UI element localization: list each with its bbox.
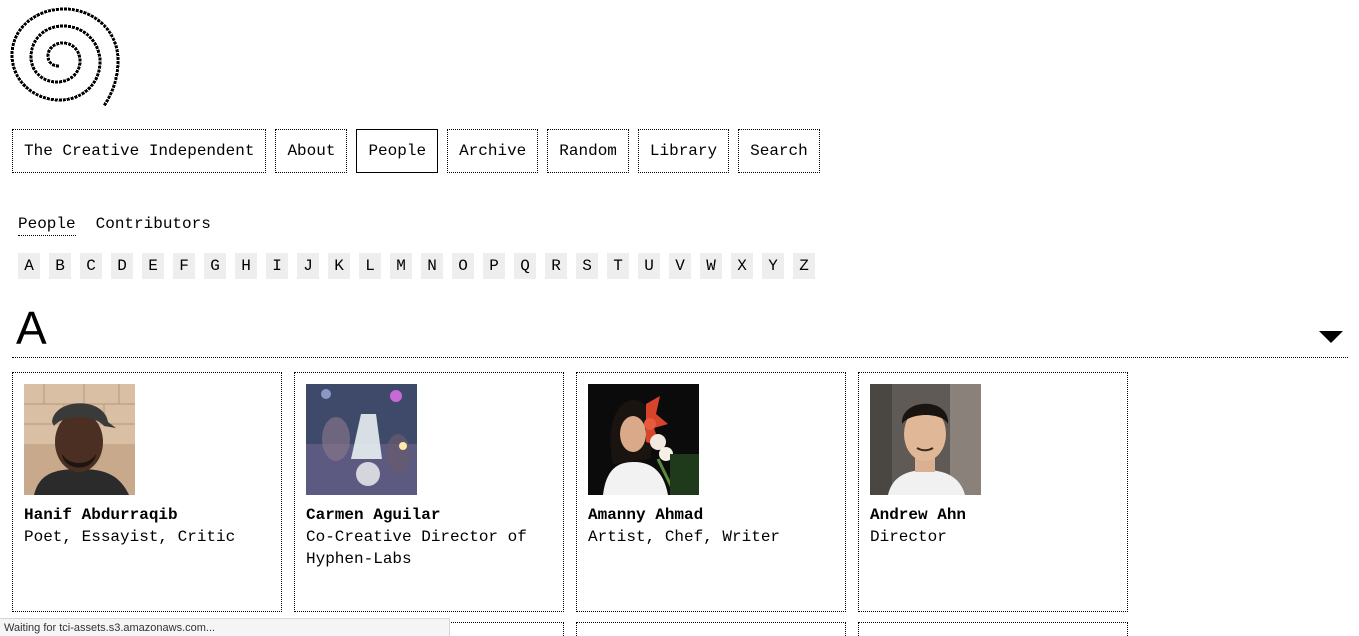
letter-link-u[interactable]: U bbox=[638, 253, 660, 279]
person-card[interactable]: Amanny Ahmad Artist, Chef, Writer bbox=[576, 372, 846, 612]
person-role: Co-Creative Director of Hyphen-Labs bbox=[306, 528, 527, 568]
section-heading: A bbox=[16, 302, 47, 354]
triangle-down-icon[interactable] bbox=[1319, 331, 1343, 343]
person-name: Andrew Ahn bbox=[870, 506, 967, 524]
letter-link-c[interactable]: C bbox=[80, 253, 102, 279]
person-card[interactable] bbox=[858, 622, 1128, 636]
letter-link-f[interactable]: F bbox=[173, 253, 195, 279]
letter-link-b[interactable]: B bbox=[49, 253, 71, 279]
letter-link-q[interactable]: Q bbox=[514, 253, 536, 279]
nav-search-link[interactable]: Search bbox=[738, 129, 820, 173]
letter-link-h[interactable]: H bbox=[235, 253, 257, 279]
letter-link-a[interactable]: A bbox=[18, 253, 40, 279]
spiral-logo-icon[interactable] bbox=[8, 6, 122, 108]
letter-link-d[interactable]: D bbox=[111, 253, 133, 279]
letter-link-r[interactable]: R bbox=[545, 253, 567, 279]
person-name: Hanif Abdurraqib bbox=[24, 506, 178, 524]
person-photo bbox=[870, 384, 981, 495]
letter-link-z[interactable]: Z bbox=[793, 253, 815, 279]
letter-link-s[interactable]: S bbox=[576, 253, 598, 279]
alphabet-index: ABCDEFGHIJKLMNOPQRSTUVWXYZ bbox=[18, 253, 824, 279]
person-card[interactable]: Hanif Abdurraqib Poet, Essayist, Critic bbox=[12, 372, 282, 612]
letter-link-y[interactable]: Y bbox=[762, 253, 784, 279]
letter-link-o[interactable]: O bbox=[452, 253, 474, 279]
person-card[interactable] bbox=[576, 622, 846, 636]
person-name: Carmen Aguilar bbox=[306, 506, 441, 524]
browser-status-bar: Waiting for tci-assets.s3.amazonaws.com.… bbox=[0, 618, 450, 636]
letter-link-g[interactable]: G bbox=[204, 253, 226, 279]
main-nav: The Creative Independent About People Ar… bbox=[12, 129, 829, 173]
subnav-people-tab[interactable]: People bbox=[18, 213, 76, 236]
letter-link-n[interactable]: N bbox=[421, 253, 443, 279]
nav-people-link[interactable]: People bbox=[356, 129, 439, 173]
person-card[interactable]: Andrew Ahn Director bbox=[858, 372, 1128, 612]
letter-link-t[interactable]: T bbox=[607, 253, 629, 279]
nav-home-link[interactable]: The Creative Independent bbox=[12, 129, 267, 173]
letter-link-x[interactable]: X bbox=[731, 253, 753, 279]
nav-archive-link[interactable]: Archive bbox=[447, 129, 539, 173]
letter-link-i[interactable]: I bbox=[266, 253, 288, 279]
section-divider bbox=[12, 357, 1348, 358]
letter-link-j[interactable]: J bbox=[297, 253, 319, 279]
person-name: Amanny Ahmad bbox=[588, 506, 704, 524]
subnav: People Contributors bbox=[18, 213, 231, 236]
person-photo bbox=[24, 384, 135, 495]
person-card[interactable]: Carmen Aguilar Co-Creative Director of H… bbox=[294, 372, 564, 612]
nav-random-link[interactable]: Random bbox=[547, 129, 629, 173]
letter-link-m[interactable]: M bbox=[390, 253, 412, 279]
letter-link-v[interactable]: V bbox=[669, 253, 691, 279]
letter-link-e[interactable]: E bbox=[142, 253, 164, 279]
letter-link-w[interactable]: W bbox=[700, 253, 722, 279]
nav-library-link[interactable]: Library bbox=[637, 129, 730, 173]
letter-link-l[interactable]: L bbox=[359, 253, 381, 279]
person-role: Director bbox=[870, 528, 947, 546]
person-photo bbox=[588, 384, 699, 495]
subnav-contributors-tab[interactable]: Contributors bbox=[96, 213, 211, 236]
person-photo bbox=[306, 384, 417, 495]
letter-link-p[interactable]: P bbox=[483, 253, 505, 279]
person-role: Poet, Essayist, Critic bbox=[24, 528, 236, 546]
nav-about-link[interactable]: About bbox=[275, 129, 348, 173]
letter-link-k[interactable]: K bbox=[328, 253, 350, 279]
person-role: Artist, Chef, Writer bbox=[588, 528, 781, 546]
